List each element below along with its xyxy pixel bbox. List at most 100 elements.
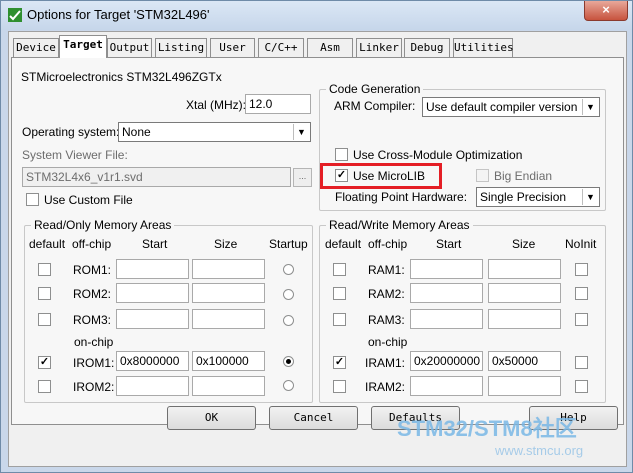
rom2-size-input[interactable] [192,283,265,303]
os-label: Operating system: [22,125,120,139]
tab-listing[interactable]: Listing [155,38,207,57]
rom1-size-input[interactable] [192,259,265,279]
irom1-start-input[interactable]: 0x8000000 [116,351,189,371]
arm-compiler-label: ARM Compiler: [334,99,416,113]
rom-header-default: default [29,237,66,251]
rom1-start-input[interactable] [116,259,189,279]
ram3-label: RAM3: [368,313,405,327]
ram2-size-input[interactable] [488,283,561,303]
iram1-default-checkbox[interactable]: ✓ [333,356,346,369]
tab-device[interactable]: Device [13,38,59,57]
irom2-start-input[interactable] [116,376,189,396]
ram3-default-checkbox[interactable] [333,313,346,326]
ok-button[interactable]: OK [167,406,256,430]
tab-linker[interactable]: Linker [356,38,402,57]
ram-onchip-label: on-chip [368,335,408,349]
ram1-start-input[interactable] [410,259,483,279]
tab-debug[interactable]: Debug [404,38,450,57]
iram2-label: IRAM2: [365,380,406,394]
ram3-start-input[interactable] [410,309,483,329]
cross-module-label: Use Cross-Module Optimization [353,148,523,162]
tab-user[interactable]: User [210,38,255,57]
ram1-default-checkbox[interactable] [333,263,346,276]
rom3-label: ROM3: [73,313,112,327]
iram1-size-input[interactable]: 0x50000 [488,351,561,371]
ram2-default-checkbox[interactable] [333,287,346,300]
rom-header-size: Size [214,237,238,251]
device-name: STMicroelectronics STM32L496ZGTx [21,70,222,84]
iram2-default-checkbox[interactable] [333,380,346,393]
rom-onchip-label: on-chip [74,335,114,349]
fpu-select[interactable]: Single Precision ▼ [476,187,600,207]
ram1-noinit-checkbox[interactable] [575,263,588,276]
rom2-default-checkbox[interactable] [38,287,51,300]
os-select[interactable]: None ▼ [118,122,311,142]
chevron-down-icon: ▼ [582,99,598,115]
irom2-default-checkbox[interactable] [38,380,51,393]
iram2-size-input[interactable] [488,376,561,396]
chevron-down-icon: ▼ [293,124,309,140]
ram3-noinit-checkbox[interactable] [575,313,588,326]
highlight-box [320,163,442,189]
rom2-startup-radio[interactable] [283,289,294,300]
rom3-start-input[interactable] [116,309,189,329]
fpu-value: Single Precision [480,190,567,204]
ram3-size-input[interactable] [488,309,561,329]
iram2-noinit-checkbox[interactable] [575,380,588,393]
arm-compiler-select[interactable]: Use default compiler version ▼ [422,97,600,117]
radio-selected-dot [286,359,291,364]
rom2-start-input[interactable] [116,283,189,303]
rom3-default-checkbox[interactable] [38,313,51,326]
big-endian-checkbox[interactable] [476,169,489,182]
chevron-down-icon: ▼ [582,189,598,205]
ram1-label: RAM1: [368,263,405,277]
irom1-size-input[interactable]: 0x100000 [192,351,265,371]
ram-areas-title: Read/Write Memory Areas [326,218,473,232]
ram-header-size: Size [512,237,536,251]
os-select-value: None [122,125,151,139]
irom2-size-input[interactable] [192,376,265,396]
window-title: Options for Target 'STM32L496' [27,7,210,22]
svd-input[interactable]: STM32L4x6_v1r1.svd [22,167,291,187]
cancel-button[interactable]: Cancel [269,406,358,430]
rom-header-start: Start [142,237,168,251]
tab-c-cpp[interactable]: C/C++ [258,38,304,57]
svd-browse-button[interactable]: ... [293,168,312,187]
rom1-startup-radio[interactable] [283,264,294,275]
ram2-label: RAM2: [368,287,405,301]
irom1-default-checkbox[interactable]: ✓ [38,356,51,369]
tab-asm[interactable]: Asm [307,38,353,57]
ram2-noinit-checkbox[interactable] [575,287,588,300]
iram1-start-input[interactable]: 0x20000000 [410,351,483,371]
ram-header-noinit: NoInit [565,237,597,251]
rom-header-startup: Startup [269,237,308,251]
arm-compiler-value: Use default compiler version [426,100,578,114]
tab-utilities[interactable]: Utilities [453,38,514,57]
rom2-label: ROM2: [73,287,112,301]
tab-target[interactable]: Target [59,35,107,58]
iram1-label: IRAM1: [365,356,406,370]
svd-label: System Viewer File: [22,148,128,162]
irom2-startup-radio[interactable] [283,380,294,391]
irom2-label: IROM2: [73,380,115,394]
close-button[interactable]: × [584,1,628,21]
xtal-input[interactable]: 12.0 [245,94,311,114]
dialog-window: Options for Target 'STM32L496' × Device … [0,0,633,473]
cross-module-checkbox[interactable] [335,148,348,161]
use-custom-file-checkbox[interactable] [26,193,39,206]
rom3-startup-radio[interactable] [283,315,294,326]
rom3-size-input[interactable] [192,309,265,329]
ram-header-default: default [325,237,362,251]
iram2-start-input[interactable] [410,376,483,396]
rom-areas-title: Read/Only Memory Areas [31,218,175,232]
rom1-default-checkbox[interactable] [38,263,51,276]
ram-header-start: Start [436,237,462,251]
rom-header-offchip: off-chip [72,237,112,251]
title-bar[interactable]: Options for Target 'STM32L496' × [1,1,632,30]
ram1-size-input[interactable] [488,259,561,279]
irom1-label: IROM1: [73,356,115,370]
iram1-noinit-checkbox[interactable] [575,356,588,369]
ram2-start-input[interactable] [410,283,483,303]
irom1-startup-radio[interactable] [283,356,294,367]
tab-output[interactable]: Output [107,38,152,57]
